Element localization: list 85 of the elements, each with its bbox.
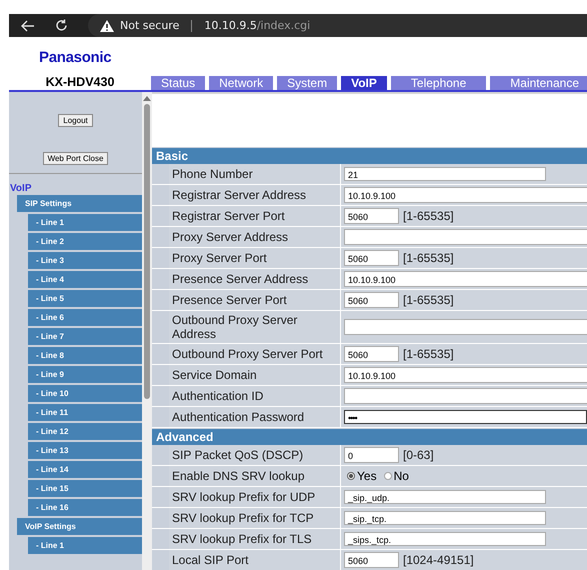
field-label: SIP Packet QoS (DSCP) xyxy=(169,445,341,465)
sidebar-item[interactable]: - Line 15 xyxy=(28,480,142,497)
range-hint: [0-63] xyxy=(403,448,434,462)
input-field[interactable]: 10.10.9.100 xyxy=(344,367,587,383)
sidebar-button[interactable]: Logout xyxy=(58,114,93,127)
field-label: Registrar Server Port xyxy=(169,206,341,226)
range-hint: [1-65535] xyxy=(403,293,454,307)
section-header: Basic xyxy=(152,147,587,164)
sidebar-item[interactable]: - Line 14 xyxy=(28,461,142,478)
input-field[interactable] xyxy=(344,229,587,245)
input-field[interactable] xyxy=(344,388,587,404)
field-label: SRV lookup Prefix for TCP xyxy=(169,508,341,528)
field-label: Registrar Server Address xyxy=(169,185,341,205)
nav-tab[interactable]: Network xyxy=(209,76,274,90)
section-header: Advanced xyxy=(152,428,587,445)
nav-tab[interactable]: VoIP xyxy=(341,76,387,90)
sidebar-item[interactable]: - Line 6 xyxy=(28,309,142,326)
address-bar[interactable]: Not secure 10.10.9.5/index.cgi xyxy=(88,14,587,37)
sidebar-item[interactable]: - Line 8 xyxy=(28,347,142,364)
input-field[interactable]: •••• xyxy=(344,410,587,424)
input-field[interactable]: _sip._udp. xyxy=(344,490,546,504)
sidebar-item[interactable]: - Line 2 xyxy=(28,233,142,250)
nav-tab[interactable]: System xyxy=(277,76,338,90)
field-label: Proxy Server Address xyxy=(169,227,341,247)
field-label: SRV lookup Prefix for TLS xyxy=(169,529,341,549)
field-label: Enable DNS SRV lookup xyxy=(169,466,341,486)
field-label: Presence Server Address xyxy=(169,269,341,289)
field-label: Phone Number xyxy=(169,164,341,184)
sidebar-item[interactable]: - Line 5 xyxy=(28,290,142,307)
sidebar-button[interactable]: Web Port Close xyxy=(42,152,108,165)
reload-icon[interactable] xyxy=(55,19,68,32)
input-field[interactable]: _sips._tcp. xyxy=(344,532,546,546)
nav-tab[interactable]: Telephone xyxy=(390,76,486,90)
radio-option[interactable]: Yes xyxy=(347,469,377,483)
warning-icon xyxy=(100,20,114,32)
sidebar-item[interactable]: - Line 11 xyxy=(28,404,142,421)
input-field[interactable]: 0 xyxy=(344,447,399,463)
sidebar-item[interactable]: - Line 16 xyxy=(28,499,142,516)
field-label: Outbound Proxy Server Address xyxy=(169,311,341,343)
input-field[interactable]: 5060 xyxy=(344,208,399,224)
radio-button[interactable] xyxy=(384,472,392,480)
range-hint: [1-65535] xyxy=(403,209,454,223)
input-field[interactable]: 5060 xyxy=(344,346,399,362)
sidebar-item[interactable]: - Line 4 xyxy=(28,271,142,288)
sidebar-group-item[interactable]: SIP Settings xyxy=(17,195,142,212)
sidebar-item[interactable]: - Line 13 xyxy=(28,442,142,459)
input-field[interactable]: 10.10.9.100 xyxy=(344,187,587,203)
input-field[interactable] xyxy=(344,319,587,335)
field-label: Presence Server Port xyxy=(169,290,341,310)
field-label: SRV lookup Prefix for UDP xyxy=(169,487,341,507)
radio-option[interactable]: No xyxy=(384,469,409,483)
sidebar-item[interactable]: - Line 7 xyxy=(28,328,142,345)
brand-logo: Panasonic xyxy=(39,49,112,68)
sidebar-item[interactable]: - Line 1 xyxy=(28,214,142,231)
sidebar-item[interactable]: - Line 10 xyxy=(28,385,142,402)
input-field[interactable]: _sip._tcp. xyxy=(344,511,546,525)
security-label: Not secure xyxy=(120,19,180,32)
input-field[interactable]: 10.10.9.100 xyxy=(344,271,587,287)
input-field[interactable]: 5060 xyxy=(344,250,399,266)
sidebar-item[interactable]: - Line 1 xyxy=(28,537,142,554)
input-field[interactable]: 5060 xyxy=(344,292,399,308)
nav-tab[interactable]: Status xyxy=(151,76,206,90)
radio-button[interactable] xyxy=(347,472,355,480)
field-label: Local SIP Port xyxy=(169,550,341,570)
sidebar-item[interactable]: - Line 3 xyxy=(28,252,142,269)
range-hint: [1-65535] xyxy=(403,347,454,361)
input-field[interactable]: 5060 xyxy=(344,552,399,568)
field-label: Service Domain xyxy=(169,365,341,385)
scroll-up-icon[interactable] xyxy=(143,96,151,101)
sidebar-group-item[interactable]: VoIP Settings xyxy=(17,518,142,535)
sidebar-heading: VoIP xyxy=(9,182,32,195)
field-label: Proxy Server Port xyxy=(169,248,341,268)
field-label: Authentication ID xyxy=(169,386,341,406)
sidebar-item[interactable]: - Line 9 xyxy=(28,366,142,383)
field-label: Authentication Password xyxy=(169,407,341,427)
model-name: KX-HDV430 xyxy=(44,75,116,90)
range-hint: [1-65535] xyxy=(403,251,454,265)
sidebar-item[interactable]: - Line 12 xyxy=(28,423,142,440)
back-arrow-icon[interactable] xyxy=(21,20,35,32)
url-text: 10.10.9.5/index.cgi xyxy=(204,19,310,32)
field-label: Outbound Proxy Server Port xyxy=(169,344,341,364)
range-hint: [1024-49151] xyxy=(403,553,474,567)
input-field[interactable]: 21 xyxy=(344,167,546,181)
scroll-thumb[interactable] xyxy=(144,104,150,399)
nav-tab[interactable]: Maintenance xyxy=(490,76,587,90)
